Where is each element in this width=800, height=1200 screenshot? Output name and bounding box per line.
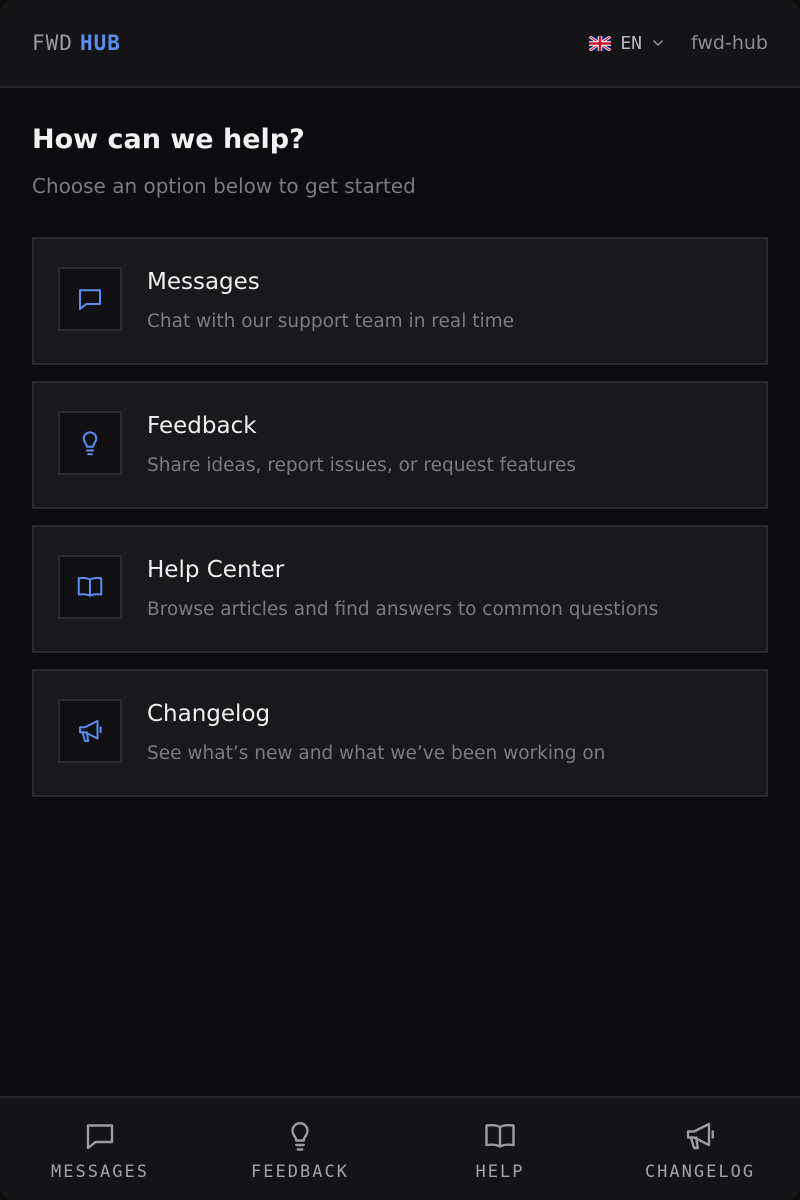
card-description: See what’s new and what we’ve been worki… (147, 743, 606, 764)
nav-item-messages[interactable]: MESSAGES (0, 1098, 200, 1200)
header-actions: EN fwd-hub (589, 32, 768, 54)
nav-item-feedback[interactable]: FEEDBACK (200, 1098, 400, 1200)
uk-flag-icon (589, 35, 612, 51)
chat-bubble-icon (86, 1124, 114, 1150)
language-selector[interactable]: EN (589, 33, 665, 54)
card-icon-box (58, 555, 122, 619)
card-title: Feedback (147, 413, 257, 439)
card-title: Messages (147, 269, 260, 295)
card-title: Changelog (147, 701, 271, 727)
nav-label: FEEDBACK (251, 1162, 349, 1182)
card-description: Browse articles and find answers to comm… (147, 599, 659, 620)
page-subtitle: Choose an option below to get started (32, 174, 416, 198)
brand-right-text: HUB (79, 31, 121, 55)
page-title: How can we help? (32, 124, 305, 155)
megaphone-icon (686, 1122, 714, 1150)
card-messages[interactable]: Messages Chat with our support team in r… (32, 237, 768, 365)
megaphone-icon (79, 720, 102, 742)
card-icon-box (58, 411, 122, 475)
nav-item-changelog[interactable]: CHANGELOG (600, 1098, 800, 1200)
card-title: Help Center (147, 557, 285, 583)
book-open-icon (485, 1123, 515, 1148)
nav-item-help[interactable]: HELP (400, 1098, 600, 1200)
brand-logo[interactable]: FWD HUB (32, 31, 121, 55)
nav-label: HELP (475, 1162, 525, 1182)
card-icon-box (58, 267, 122, 331)
nav-label: MESSAGES (51, 1162, 149, 1182)
workspace-name[interactable]: fwd-hub (691, 32, 768, 54)
option-cards: Messages Chat with our support team in r… (32, 237, 768, 813)
language-code: EN (620, 32, 643, 54)
card-help-center[interactable]: Help Center Browse articles and find ans… (32, 525, 768, 653)
chat-bubble-icon (79, 289, 101, 310)
lightbulb-icon (82, 431, 98, 456)
app-window: FWD HUB EN fwd-hub How can we help? Choo… (0, 0, 800, 1200)
lightbulb-icon (291, 1122, 309, 1151)
brand-left-text: FWD (32, 31, 73, 55)
bottom-nav: MESSAGES FEEDBACK HELP CHANGELOG (0, 1096, 800, 1200)
card-changelog[interactable]: Changelog See what’s new and what we’ve … (32, 669, 768, 797)
top-header: FWD HUB EN fwd-hub (0, 0, 800, 88)
nav-label: CHANGELOG (644, 1162, 756, 1182)
card-feedback[interactable]: Feedback Share ideas, report issues, or … (32, 381, 768, 509)
card-description: Chat with our support team in real time (147, 311, 515, 332)
chevron-down-icon (653, 40, 663, 46)
card-description: Share ideas, report issues, or request f… (147, 455, 577, 476)
book-open-icon (77, 576, 103, 597)
card-icon-box (58, 699, 122, 763)
